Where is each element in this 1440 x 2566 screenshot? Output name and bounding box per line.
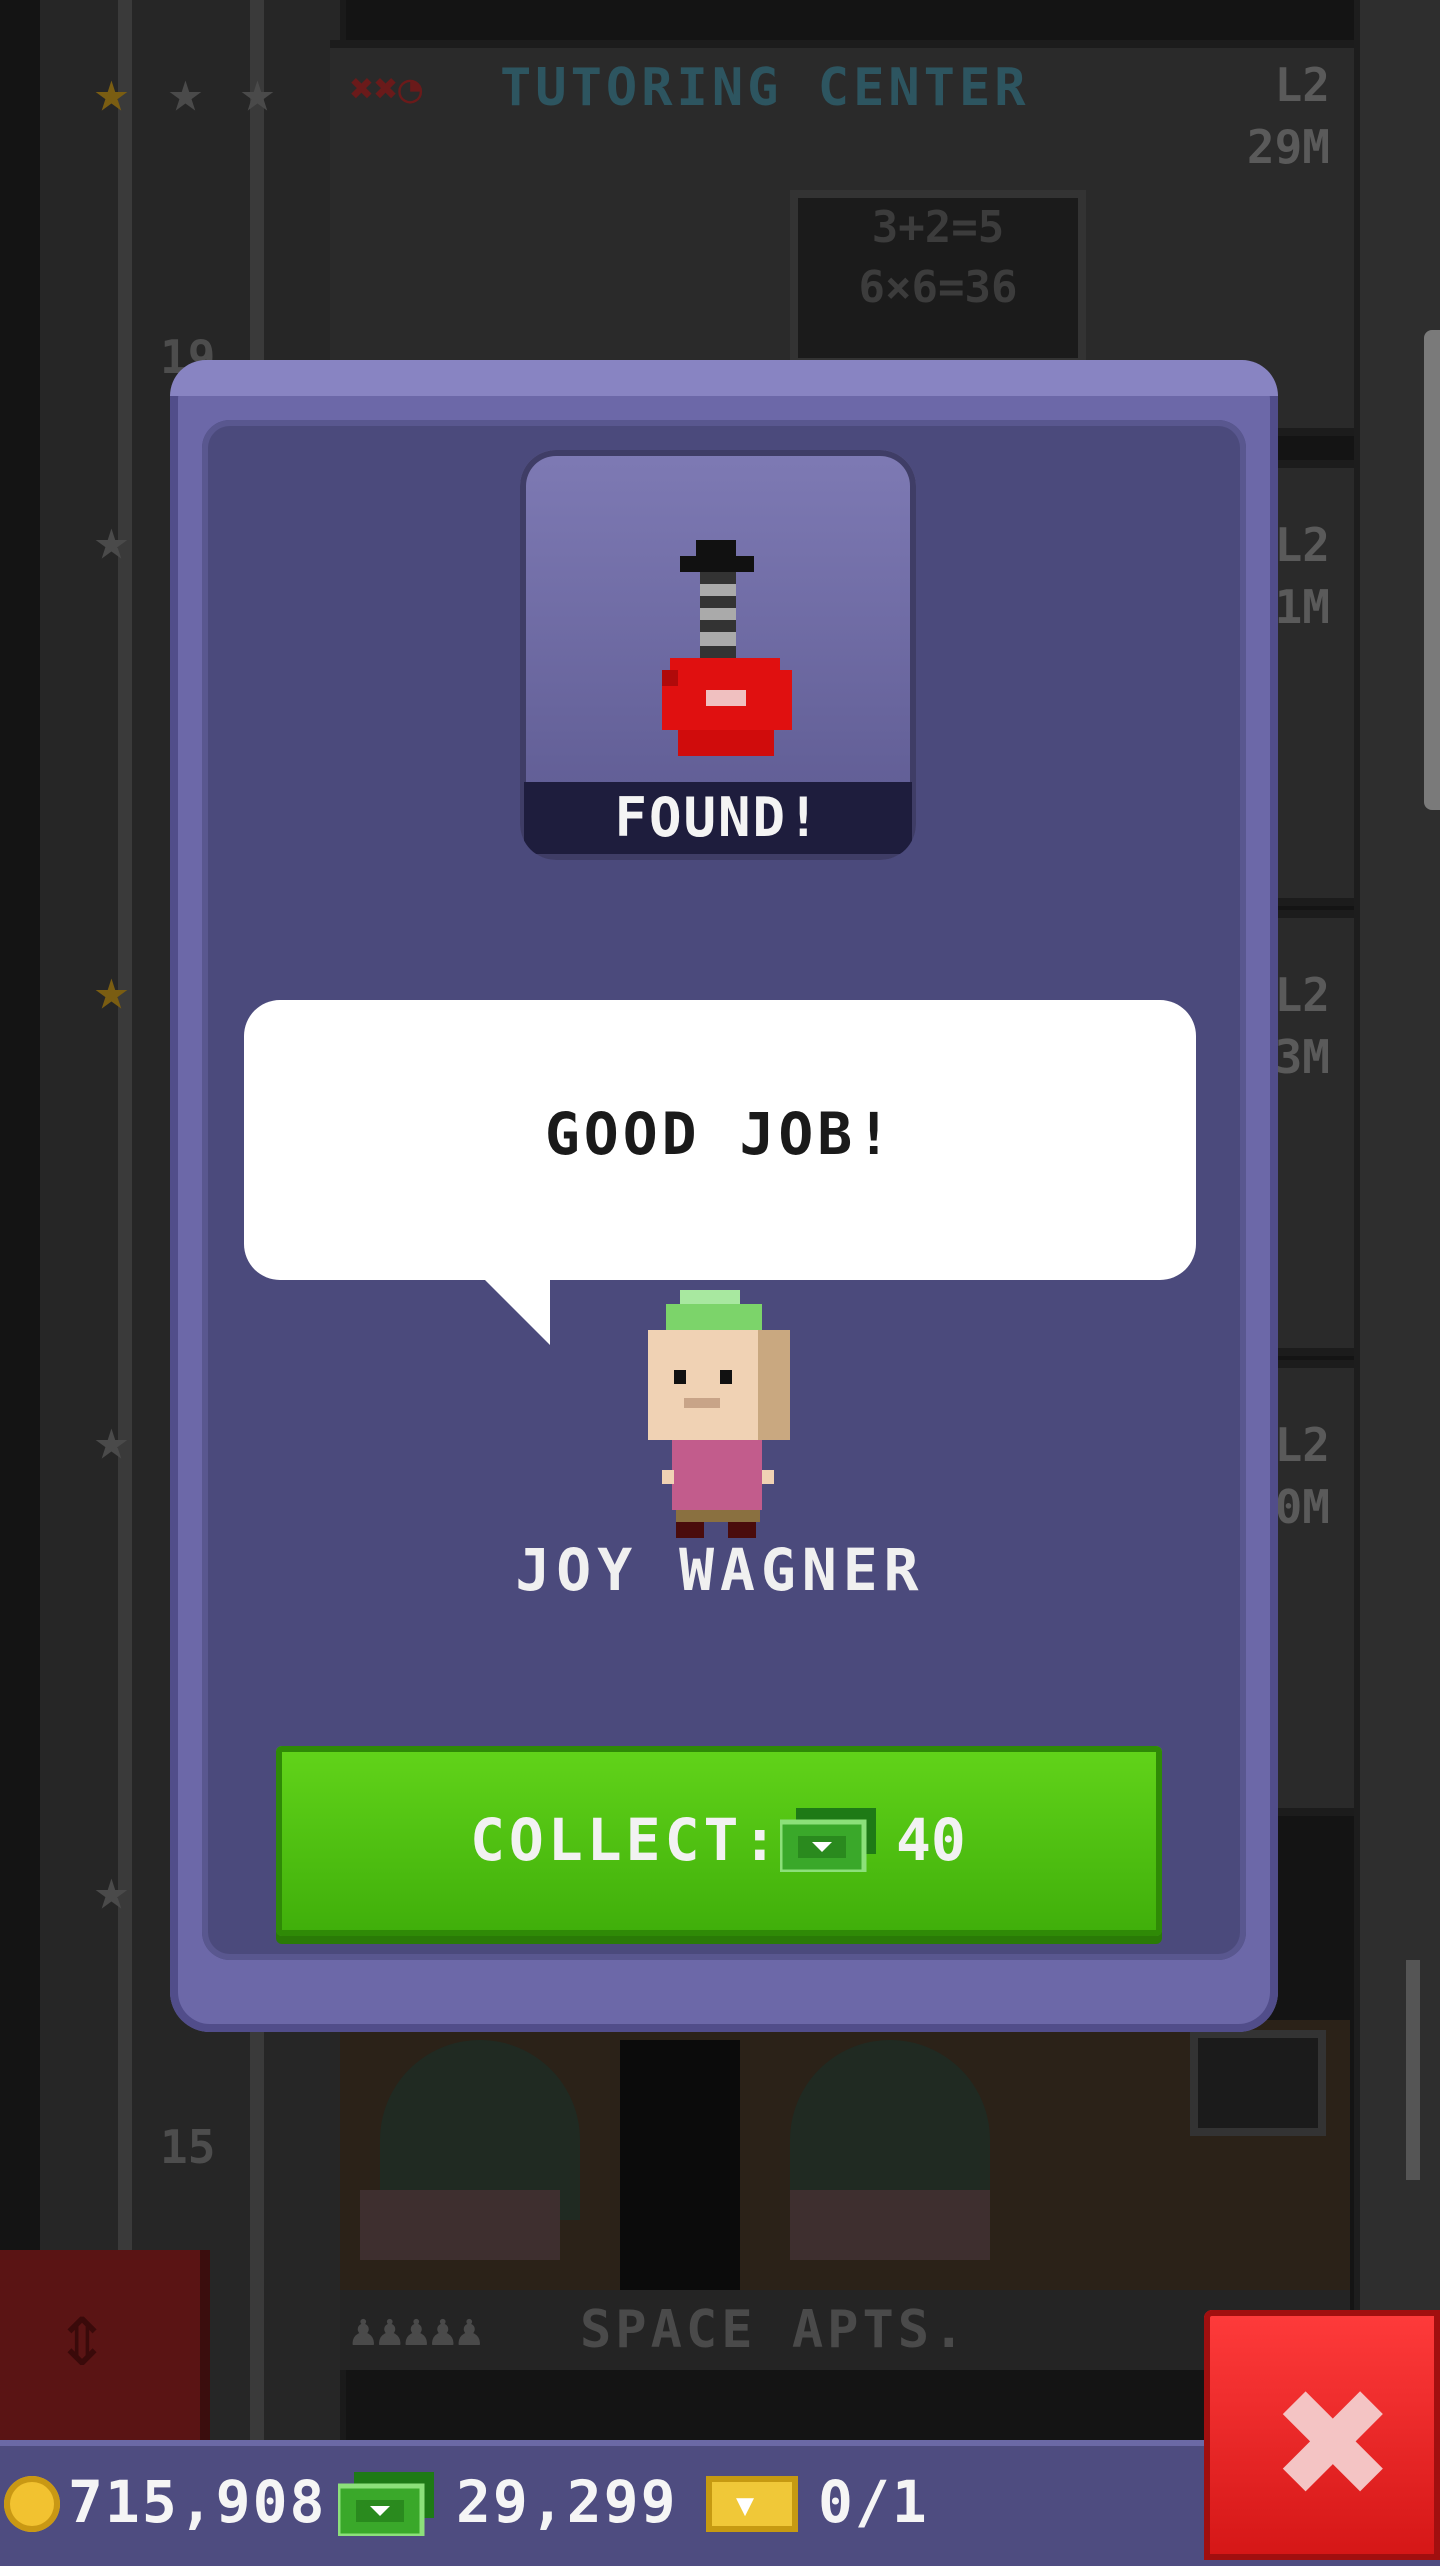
collect-amount: 40	[896, 1806, 966, 1874]
star-icon: ★	[168, 57, 203, 125]
floor-value: 0M	[1274, 1480, 1330, 1534]
bux-count: 29,299	[456, 2468, 678, 2536]
floor-level: L2	[1274, 968, 1330, 1022]
scrollbar[interactable]	[1406, 1960, 1420, 2180]
floor-value: 29M	[1246, 120, 1330, 174]
star-icon: ★	[94, 955, 129, 1023]
star-icon: ★	[94, 1405, 129, 1473]
star-icon: ★	[94, 505, 129, 573]
found-label: FOUND!	[524, 782, 912, 854]
star-icon: ★	[240, 57, 275, 125]
collect-label: COLLECT:	[470, 1806, 782, 1874]
dining-table	[360, 2190, 560, 2260]
elevator-control-button[interactable]: ⇕	[0, 2250, 210, 2450]
floor-status-icons: ✖✖◔	[350, 66, 423, 112]
coin-icon	[4, 2476, 60, 2532]
character-name: JOY WAGNER	[515, 1536, 925, 1604]
close-icon: ✖	[1270, 2358, 1396, 2532]
floor-value: 1M	[1274, 580, 1330, 634]
floor-title: SPACE APTS.	[580, 2300, 969, 2360]
floor-number: 15	[160, 2120, 216, 2174]
floor-level: L2	[1274, 1418, 1330, 1472]
tower-bux-icon	[338, 2472, 434, 2536]
character-avatar	[648, 1290, 790, 1538]
coin-count: 715,908	[68, 2468, 327, 2536]
star-icon: ★	[94, 57, 129, 125]
floor-title: TUTORING CENTER	[500, 58, 1030, 118]
restaurant-door	[620, 2040, 740, 2290]
speech-bubble-tail	[480, 1275, 550, 1345]
ticket-emblem-icon: ▼	[736, 2488, 755, 2523]
floor-value: 3M	[1274, 1030, 1330, 1084]
elevator-rail-left	[118, 0, 132, 2440]
residents-icon: ♟♟♟♟♟	[350, 2305, 483, 2356]
menu-board	[1190, 2030, 1326, 2136]
tower-bux-icon	[780, 1808, 876, 1872]
floor-level: L2	[1274, 518, 1330, 572]
floor-level: L2	[1274, 58, 1330, 112]
dining-table	[790, 2190, 990, 2260]
dialog-top-edge	[170, 360, 1278, 396]
side-scroll-handle[interactable]	[1424, 330, 1440, 810]
up-down-arrows-icon: ⇕	[55, 2282, 110, 2387]
found-item-card: FOUND!	[520, 450, 916, 860]
chalkboard: 3+2=5 6×6=36	[790, 190, 1086, 366]
red-guitar-icon	[662, 540, 792, 756]
star-icon: ★	[94, 1855, 129, 1923]
speech-text: GOOD JOB!	[544, 1100, 896, 1168]
ticket-count: 0/1	[818, 2468, 929, 2536]
